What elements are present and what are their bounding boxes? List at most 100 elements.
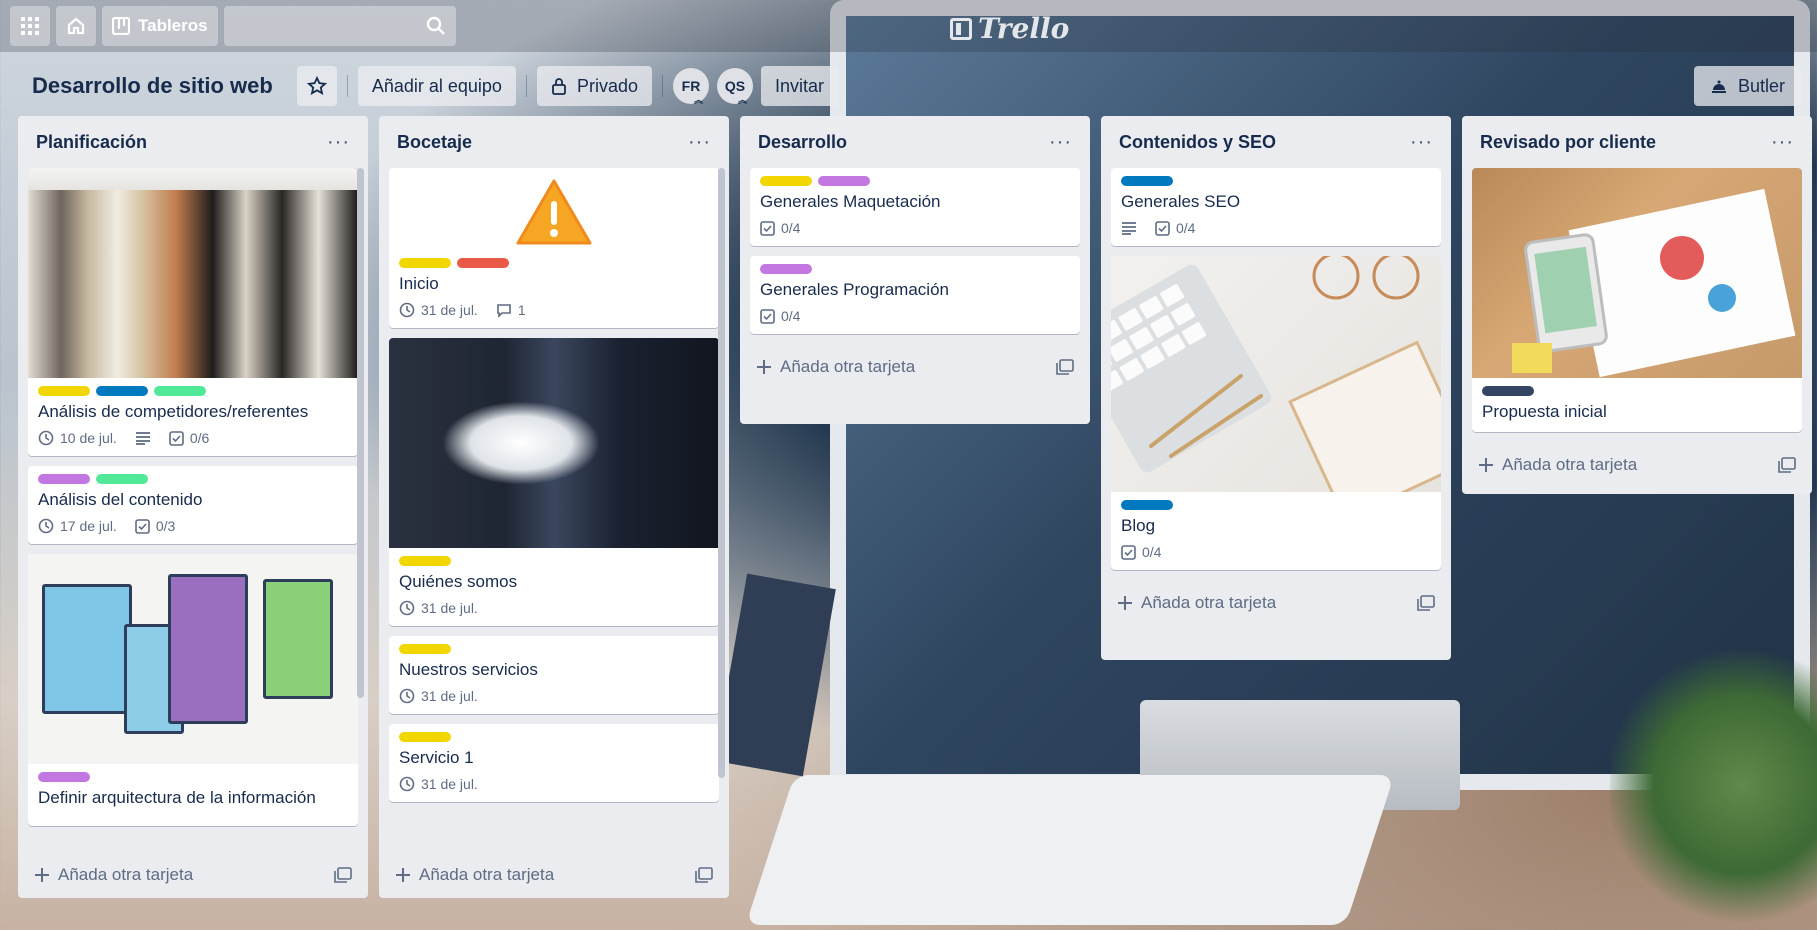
checklist-count: 0/4 [1142,544,1162,560]
card-cover-image [1111,256,1441,492]
template-icon[interactable] [695,867,713,883]
checklist-badge: 0/4 [760,220,800,236]
card-labels [399,556,709,566]
separator [661,75,663,97]
card-title: Nuestros servicios [399,660,538,679]
card-labels [760,264,1070,274]
label-yellow [399,732,451,742]
checklist-icon [169,430,184,446]
card[interactable]: Servicio 1 31 de jul. [389,724,719,802]
list-title: Desarrollo [758,131,848,152]
apps-button[interactable] [10,6,50,46]
plus-icon [396,868,410,882]
card-cover-image [28,168,358,378]
list-header[interactable]: Bocetaje ··· [389,116,719,168]
checklist-badge: 0/6 [169,430,209,446]
more-options-icon[interactable]: ··· [688,131,711,154]
card[interactable]: Propuesta inicial [1472,168,1802,432]
add-card-label: Añada otra tarjeta [58,865,194,884]
label-blue [1121,500,1173,510]
card-title: Inicio [399,274,439,293]
template-icon[interactable] [1778,457,1796,473]
card-labels [1482,386,1792,396]
card-title: Generales SEO [1121,192,1241,211]
label-purple [760,264,812,274]
label-red [457,258,509,268]
card[interactable]: Quiénes somos 31 de jul. [389,338,719,626]
list-header[interactable]: Contenidos y SEO ··· [1111,116,1441,168]
more-options-icon[interactable]: ··· [327,131,350,154]
add-to-team-button[interactable]: Añadir al equipo [357,66,516,106]
card-title: Blog [1121,516,1156,535]
plus-icon [35,868,49,882]
review-illustration [1512,188,1796,378]
card[interactable]: Definir arquitectura de la información [28,554,358,826]
card[interactable]: Análisis del contenido 17 de jul. 0/3 [28,466,358,544]
add-card-button[interactable]: Añada otra tarjeta [28,852,358,898]
card-title: Definir arquitectura de la información [38,788,316,807]
comments-badge: 1 [496,302,526,318]
card-labels [38,474,348,484]
checklist-icon [760,308,775,324]
card[interactable]: Nuestros servicios 31 de jul. [389,636,719,714]
card[interactable]: Generales Maquetación 0/4 [750,168,1080,246]
member-avatar[interactable]: QS ︽ [716,68,753,105]
card[interactable]: Generales SEO 0/4 [1111,168,1441,246]
list-planificacion: Planificación ··· Análisis de competidor… [18,116,368,898]
card-cover-image [389,338,719,548]
label-yellow [760,176,812,186]
due-date-badge: 17 de jul. [38,518,117,534]
warning-icon [516,179,592,245]
template-icon[interactable] [1056,359,1074,375]
list-header[interactable]: Revisado por cliente ··· [1472,116,1802,168]
label-yellow [399,258,451,268]
trello-logo[interactable]: Trello [950,12,1069,45]
privacy-button[interactable]: Privado [536,66,652,106]
card[interactable]: Inicio 31 de jul. 1 [389,168,719,328]
star-button[interactable] [296,66,337,106]
list-scrollbar[interactable] [357,168,364,698]
due-date-text: 31 de jul. [421,600,478,616]
more-options-icon[interactable]: ··· [1410,131,1433,154]
board-header: Desarrollo de sitio web Añadir al equipo… [0,56,1817,116]
checklist-badge: 0/4 [1121,544,1161,560]
due-date-text: 17 de jul. [60,518,117,534]
member-avatar[interactable]: FR ︽ [672,68,709,105]
list-title: Revisado por cliente [1480,131,1657,152]
comment-count: 1 [517,302,526,318]
invite-button[interactable]: Invitar [760,66,839,106]
card-title: Análisis de competidores/referentes [38,402,309,421]
home-button[interactable] [56,6,96,46]
list-scrollbar[interactable] [718,168,725,778]
card[interactable]: Análisis de competidores/referentes 10 d… [28,168,358,456]
clock-icon [399,688,415,704]
label-green [96,474,148,484]
list-title: Planificación [36,131,148,152]
add-card-button[interactable]: Añada otra tarjeta [750,344,1080,390]
add-card-button[interactable]: Añada otra tarjeta [1111,580,1441,626]
due-date-badge: 31 de jul. [399,302,478,318]
checklist-badge: 0/4 [760,308,800,324]
template-icon[interactable] [1417,595,1435,611]
list-header[interactable]: Planificación ··· [28,116,358,168]
card[interactable]: Blog 0/4 [1111,256,1441,570]
more-options-icon[interactable]: ··· [1049,131,1072,154]
more-options-icon[interactable]: ··· [1771,131,1794,154]
card-labels [399,258,709,268]
clock-icon [38,430,54,446]
template-icon[interactable] [334,867,352,883]
checklist-count: 0/4 [1176,220,1196,236]
checklist-count: 0/3 [155,518,176,534]
board-title[interactable]: Desarrollo de sitio web [18,73,289,99]
search-input[interactable] [223,6,456,46]
comment-icon [497,303,511,318]
card[interactable]: Generales Programación 0/4 [750,256,1080,334]
butler-button[interactable]: Butler [1693,66,1801,106]
add-card-button[interactable]: Añada otra tarjeta [1472,442,1802,488]
list-header[interactable]: Desarrollo ··· [750,116,1080,168]
due-date-badge: 31 de jul. [399,688,478,704]
checklist-icon [1155,220,1170,236]
checklist-badge: 0/3 [135,518,175,534]
add-card-button[interactable]: Añada otra tarjeta [389,852,719,898]
boards-button[interactable]: Tableros [102,6,218,46]
